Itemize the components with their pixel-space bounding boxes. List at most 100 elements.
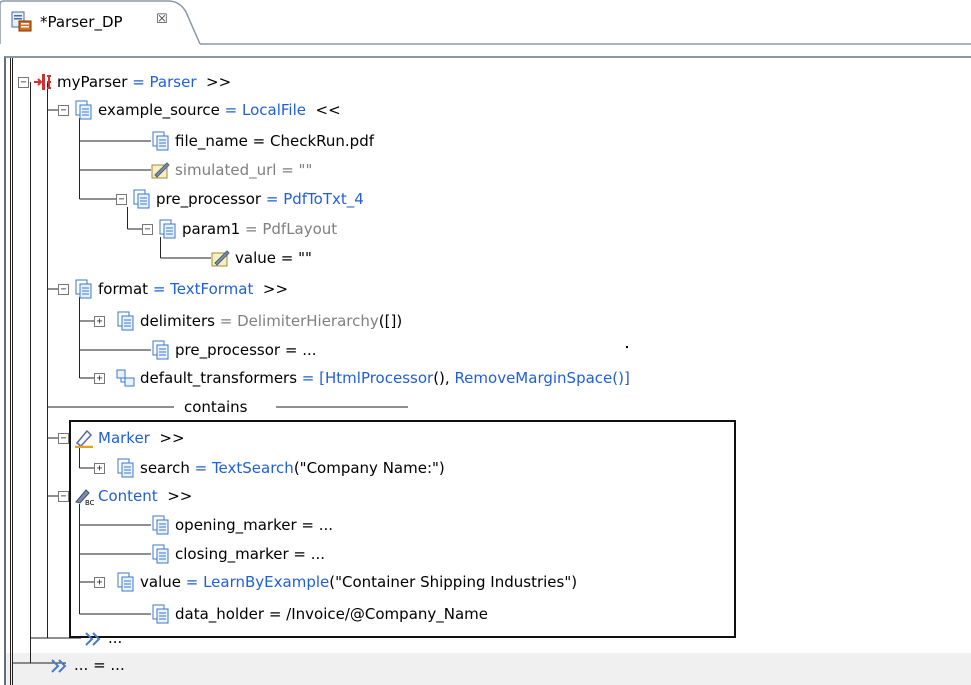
double-chevron-icon bbox=[85, 632, 101, 646]
node-args[interactable]: ("Container Shipping Industries") bbox=[329, 573, 577, 591]
tree-label: search = TextSearch("Company Name:") bbox=[140, 455, 445, 481]
equals: = bbox=[261, 190, 284, 208]
content-anchor-icon: BC bbox=[75, 489, 94, 506]
equals: = bbox=[264, 605, 287, 623]
more-placeholder[interactable]: ... bbox=[108, 625, 122, 651]
collapse-toggle[interactable]: − bbox=[18, 77, 29, 88]
equals: = bbox=[180, 573, 204, 591]
tab-close-icon[interactable]: ☒ bbox=[156, 12, 168, 27]
parser-icon bbox=[34, 74, 51, 90]
tree-label: example_source = LocalFile << bbox=[98, 97, 341, 123]
data-processor-file-icon bbox=[11, 11, 32, 32]
expand-arrows[interactable]: >> bbox=[159, 429, 184, 447]
collapse-toggle[interactable]: − bbox=[58, 433, 69, 444]
node-value[interactable]: "" bbox=[298, 249, 312, 267]
node-value[interactable]: CheckRun.pdf bbox=[270, 132, 374, 150]
property-icon bbox=[117, 572, 134, 592]
equals: = bbox=[240, 220, 263, 238]
equals: = bbox=[214, 312, 238, 330]
tree-label: myParser = Parser >> bbox=[57, 69, 231, 95]
tree-editor[interactable]: − myParser = Parser >> − example_source … bbox=[4, 56, 971, 685]
contains-label: contains bbox=[184, 398, 248, 416]
expand-toggle[interactable]: + bbox=[94, 373, 105, 384]
node-value[interactable]: "" bbox=[299, 161, 313, 179]
node-value[interactable]: ... bbox=[319, 516, 333, 534]
svg-text:BC: BC bbox=[85, 499, 94, 506]
node-name: search bbox=[140, 459, 190, 477]
node-type[interactable]: PdfToTxt_4 bbox=[283, 190, 364, 208]
equals: = bbox=[280, 341, 303, 359]
node-type[interactable]: LocalFile bbox=[242, 101, 306, 119]
property-icon bbox=[152, 604, 169, 624]
tab-title: *Parser_DP bbox=[40, 13, 123, 31]
node-type[interactable]: PdfLayout bbox=[262, 220, 337, 238]
collapse-toggle[interactable]: − bbox=[58, 491, 69, 502]
equals: = bbox=[296, 516, 319, 534]
node-name: closing_marker bbox=[175, 545, 289, 563]
node-type[interactable]: Parser bbox=[150, 73, 197, 91]
node-name: myParser bbox=[57, 73, 128, 91]
node-type[interactable]: HtmlProcessor bbox=[325, 369, 433, 387]
list-separator: (), bbox=[433, 369, 455, 387]
collapse-toggle[interactable]: − bbox=[142, 224, 153, 235]
more-placeholder[interactable]: ... = ... bbox=[74, 652, 125, 678]
property-icon bbox=[75, 279, 92, 299]
node-type[interactable]: Marker bbox=[98, 429, 150, 447]
tree-label: file_name = CheckRun.pdf bbox=[175, 128, 374, 154]
equals: = bbox=[297, 369, 320, 387]
node-value[interactable]: /Invoice/@Company_Name bbox=[286, 605, 488, 623]
equals: = bbox=[288, 545, 311, 563]
edit-property-icon bbox=[211, 250, 230, 267]
tree-label: pre_processor = PdfToTxt_4 bbox=[156, 186, 364, 212]
tree-label: default_transformers = [HtmlProcessor(),… bbox=[140, 365, 630, 391]
tree-label: pre_processor = ... bbox=[175, 337, 317, 363]
node-name: pre_processor bbox=[175, 341, 281, 359]
collapse-toggle[interactable]: − bbox=[58, 105, 69, 116]
node-type[interactable]: TextFormat bbox=[170, 280, 253, 298]
node-value[interactable]: ... bbox=[311, 545, 325, 563]
node-name: delimiters bbox=[140, 312, 215, 330]
tree-label: delimiters = DelimiterHierarchy([]) bbox=[140, 308, 402, 334]
tree-label: closing_marker = ... bbox=[175, 541, 325, 567]
double-chevron-icon bbox=[51, 659, 67, 673]
node-type[interactable]: Content bbox=[98, 487, 158, 505]
list-close: ()] bbox=[612, 369, 630, 387]
equals: = bbox=[127, 73, 150, 91]
equals: = bbox=[148, 280, 171, 298]
node-name: opening_marker bbox=[175, 516, 297, 534]
equals: = bbox=[189, 459, 212, 477]
tree-label: format = TextFormat >> bbox=[98, 276, 288, 302]
node-name: pre_processor bbox=[156, 190, 262, 208]
property-icon bbox=[152, 340, 169, 360]
node-type[interactable]: LearnByExample bbox=[203, 573, 329, 591]
node-value[interactable]: ... bbox=[302, 341, 316, 359]
expand-toggle[interactable]: + bbox=[94, 577, 105, 588]
node-name: example_source bbox=[98, 101, 220, 119]
node-type[interactable]: DelimiterHierarchy bbox=[237, 312, 379, 330]
expand-arrows[interactable]: >> bbox=[263, 280, 288, 298]
expand-arrows[interactable]: >> bbox=[206, 73, 231, 91]
property-icon bbox=[152, 131, 169, 151]
collapse-toggle[interactable]: − bbox=[58, 284, 69, 295]
equals: = bbox=[219, 101, 242, 119]
node-type[interactable]: TextSearch bbox=[212, 459, 294, 477]
node-name: format bbox=[98, 280, 149, 298]
expand-arrows[interactable]: >> bbox=[167, 487, 192, 505]
property-icon bbox=[159, 219, 176, 239]
tree-label: simulated_url = "" bbox=[175, 157, 312, 183]
editor-tab-bar: *Parser_DP ☒ bbox=[0, 0, 971, 46]
tab-parser-dp[interactable]: *Parser_DP ☒ bbox=[0, 0, 194, 44]
property-icon bbox=[117, 311, 134, 331]
collapse-toggle[interactable]: − bbox=[116, 194, 127, 205]
node-type[interactable]: RemoveMarginSpace bbox=[454, 369, 612, 387]
expand-toggle[interactable]: + bbox=[94, 316, 105, 327]
node-name: file_name bbox=[175, 132, 248, 150]
node-args[interactable]: ("Company Name:") bbox=[294, 459, 445, 477]
property-icon bbox=[152, 544, 169, 564]
contains-separator-label: contains bbox=[184, 394, 248, 420]
stray-dot bbox=[626, 346, 628, 348]
expand-toggle[interactable]: + bbox=[94, 463, 105, 474]
tree-label: value = "" bbox=[235, 245, 312, 271]
collapse-arrows[interactable]: << bbox=[316, 101, 341, 119]
equals: = bbox=[275, 249, 299, 267]
